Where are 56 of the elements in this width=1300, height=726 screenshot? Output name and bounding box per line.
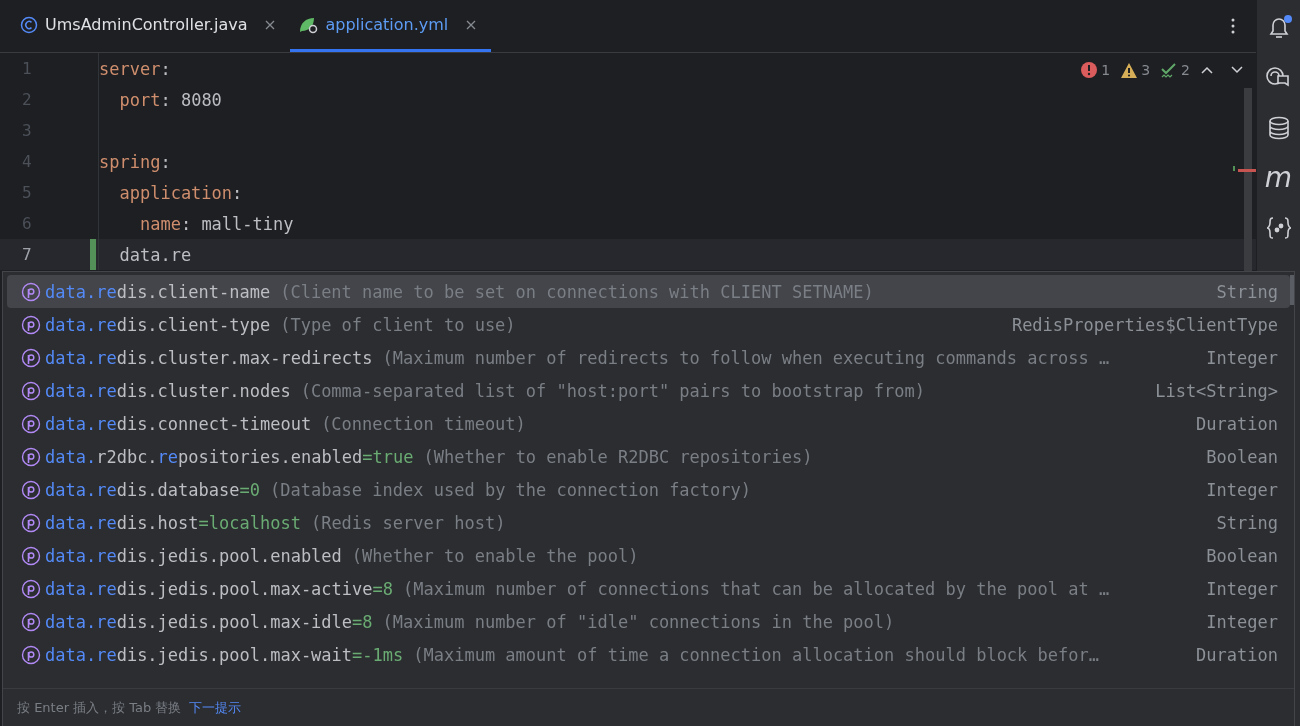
property-icon	[21, 347, 41, 368]
warning-icon	[1120, 61, 1139, 79]
completion-item[interactable]: data.redis.jedis.pool.max-idle=8 (Maximum number of "idle" connections in the pool) Integer	[7, 605, 1290, 638]
typo-count[interactable]: 2	[1160, 61, 1190, 79]
error-count[interactable]: 1	[1080, 61, 1111, 79]
yaml-value: 8080	[179, 89, 222, 110]
property-icon	[21, 545, 41, 566]
completion-item[interactable]: data.redis.cluster.max-redirects (Maximum number of redirects to follow when executing commands across … Integer	[7, 341, 1290, 374]
error-icon	[1080, 61, 1099, 79]
close-icon[interactable]	[264, 18, 277, 31]
property-icon	[21, 512, 41, 533]
change-stripe-marker	[1233, 166, 1235, 171]
completion-item[interactable]: data.redis.host=localhost (Redis server host) String	[7, 506, 1290, 539]
warning-count[interactable]: 3	[1120, 61, 1151, 79]
completion-item[interactable]: data.r2dbc.repositories.enabled=true (Whether to enable R2DBC repositories) Boolean	[7, 440, 1290, 473]
yaml-key: spring	[99, 151, 161, 172]
completion-item[interactable]: data.redis.database=0 (Database index used by the connection factory) Integer	[7, 473, 1290, 506]
class-icon	[20, 15, 38, 34]
close-icon[interactable]	[465, 18, 478, 31]
completion-item[interactable]: data.redis.jedis.pool.max-active=8 (Maximum number of connections that can be allocated by the pool at … Integer	[7, 572, 1290, 605]
completion-item[interactable]: data.redis.client-type (Type of client to use) RedisProperties$ClientType	[7, 308, 1290, 341]
property-icon	[21, 578, 41, 599]
maven-button[interactable]: m	[1264, 164, 1293, 192]
colon: :	[160, 58, 171, 79]
property-icon	[21, 281, 41, 302]
colon: :	[180, 213, 192, 234]
editor-tab[interactable]: application.yml	[290, 0, 492, 52]
editor-tab[interactable]: UmsAdminController.java	[12, 0, 291, 52]
colon: :	[160, 89, 171, 110]
completion-item[interactable]: data.redis.cluster.nodes (Comma-separated list of "host:port" pairs to bootstrap from) List<String>	[7, 374, 1290, 407]
completion-item[interactable]: data.redis.connect-timeout (Connection timeout) Duration	[7, 407, 1290, 440]
typo-icon	[1160, 61, 1179, 79]
colon: :	[232, 182, 243, 203]
property-icon	[21, 380, 41, 401]
more-icon[interactable]	[1230, 17, 1236, 35]
property-icon	[21, 446, 41, 467]
yaml-key: application	[99, 182, 233, 203]
leaf-icon	[298, 15, 319, 34]
property-icon	[21, 413, 41, 434]
yaml-value: data.re	[118, 244, 192, 265]
completion-item[interactable]: data.redis.client-name (Client name to be set on connections with CLIENT SETNAME) String	[7, 275, 1290, 308]
property-icon	[21, 644, 41, 665]
hint-text: 按 Enter 插入，按 Tab 替换	[17, 698, 182, 717]
completion-item[interactable]: data.redis.jedis.pool.enabled (Whether to enable the pool) Boolean	[7, 539, 1290, 572]
next-tip-link[interactable]: 下一提示	[189, 698, 242, 717]
yaml-key: server	[99, 58, 161, 79]
yaml-value: mall-tiny	[200, 213, 294, 234]
error-stripe-marker	[1238, 169, 1256, 172]
completion-item[interactable]: data.redis.jedis.pool.max-wait=-1ms (Maximum amount of time a connection allocation should block befor… Duration	[7, 638, 1290, 671]
line-number: 7	[21, 245, 33, 264]
colon: :	[160, 151, 171, 172]
property-icon	[21, 611, 41, 632]
yaml-key: name	[99, 213, 181, 234]
yaml-key: port	[99, 89, 161, 110]
property-icon	[21, 314, 41, 335]
property-icon	[21, 479, 41, 500]
